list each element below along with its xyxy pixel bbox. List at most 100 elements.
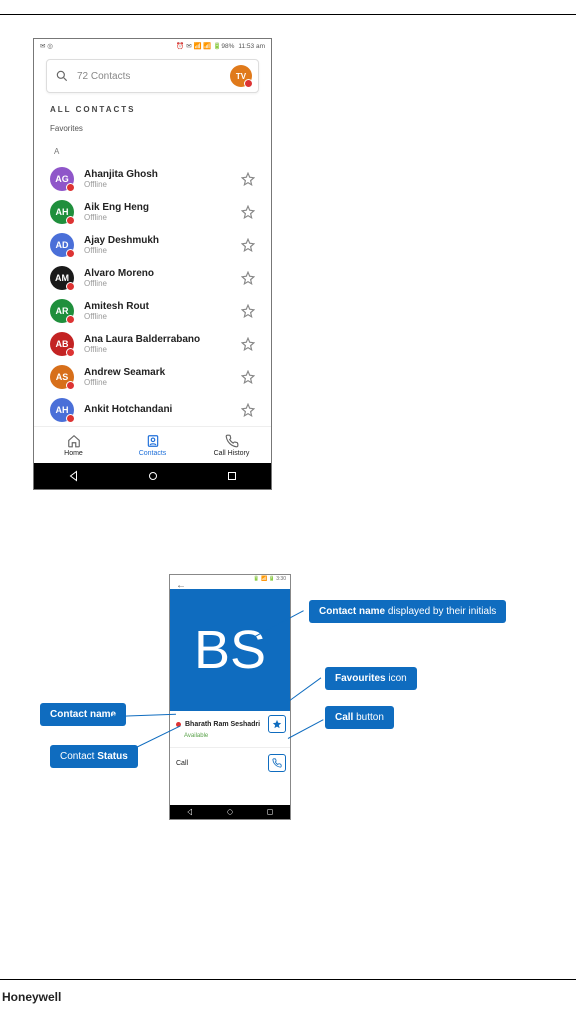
presence-dot: [66, 183, 75, 192]
contact-status: Offline: [84, 246, 231, 255]
contact-avatar: AG: [50, 167, 74, 191]
callout-call-rest: button: [353, 712, 384, 723]
call-row: Call: [170, 752, 290, 774]
tab-contacts-label: Contacts: [139, 450, 167, 457]
callout-initials-rest: displayed by their initials: [385, 606, 496, 617]
callout-contact-status-pre: Contact: [60, 751, 97, 762]
contact-avatar: AR: [50, 299, 74, 323]
android-back-icon[interactable]: [186, 808, 194, 816]
android-recent-icon[interactable]: [266, 808, 274, 816]
android-recent-icon[interactable]: [226, 470, 238, 482]
contact-text: Aik Eng HengOffline: [84, 202, 231, 222]
current-user-avatar[interactable]: TV: [230, 65, 252, 87]
alpha-index-letter: A: [54, 147, 271, 156]
favorite-star-icon[interactable]: [241, 403, 255, 417]
favorites-label[interactable]: Favorites: [50, 124, 271, 133]
contact-status: Offline: [84, 345, 231, 354]
callout-call-bold: Call: [335, 712, 353, 723]
contact-text: Alvaro MorenoOffline: [84, 268, 231, 288]
presence-dot: [66, 216, 75, 225]
contacts-icon: [146, 434, 160, 448]
contact-row[interactable]: AH Ankit Hotchandani: [34, 393, 271, 426]
callout-contact-status: Contact Status: [50, 745, 138, 768]
footer-brand: Honeywell: [2, 990, 61, 1004]
status-time: 11:53 am: [238, 43, 265, 50]
tab-contacts[interactable]: Contacts: [113, 427, 192, 463]
contact-name: Ajay Deshmukh: [84, 235, 231, 246]
contact-avatar: AS: [50, 365, 74, 389]
call-button[interactable]: [268, 754, 286, 772]
contact-avatar: AH: [50, 398, 74, 422]
page: ✉ ◎ ⏰ ✉ 📶 📶 🔋98% 11:53 am 72 Contacts TV…: [0, 0, 576, 1026]
contact-row[interactable]: ABAna Laura BalderrabanoOffline: [34, 327, 271, 360]
android-back-icon[interactable]: [68, 470, 80, 482]
contact-row[interactable]: AR Amitesh RoutOffline: [34, 294, 271, 327]
contact-avatar: AM: [50, 266, 74, 290]
tab-home[interactable]: Home: [34, 427, 113, 463]
android-status-bar: 🔋 📶 🔋 3:30: [170, 575, 290, 583]
contact-status: Offline: [84, 279, 231, 288]
favorite-star-icon[interactable]: [241, 370, 255, 384]
phone-icon: [272, 758, 282, 768]
callout-contact-status-bold: Status: [97, 751, 128, 762]
callout-initials: Contact name displayed by their initials: [309, 600, 506, 623]
section-title-all-contacts: ALL CONTACTS: [50, 105, 271, 114]
favorite-star-icon[interactable]: [241, 205, 255, 219]
callout-call: Call button: [325, 706, 394, 729]
spacer: [170, 774, 290, 805]
contact-row[interactable]: AM Alvaro MorenoOffline: [34, 261, 271, 294]
phone-screenshot-contact-detail-wrap: 🔋 📶 🔋 3:30 ← BS Bharath Ram Seshadri Ava…: [169, 574, 291, 820]
callout-fav-rest: icon: [386, 673, 407, 684]
callout-fav-bold: Favourites: [335, 673, 386, 684]
tab-call-history[interactable]: Call History: [192, 427, 271, 463]
favorite-star-icon[interactable]: [241, 271, 255, 285]
home-icon: [67, 434, 81, 448]
contact-avatar: AD: [50, 233, 74, 257]
presence-dot: [66, 381, 75, 390]
contact-name: Ana Laura Balderrabano: [84, 334, 231, 345]
presence-dot: [66, 414, 75, 423]
android-nav-bar: [170, 805, 290, 819]
callout-line: [287, 677, 322, 702]
favorite-star-icon[interactable]: [241, 304, 255, 318]
contact-text: Ana Laura BalderrabanoOffline: [84, 334, 231, 354]
divider: [170, 747, 290, 748]
contacts-list[interactable]: AGAhanjita GhoshOfflineAHAik Eng HengOff…: [34, 162, 271, 426]
phone-screenshot-contact-detail: 🔋 📶 🔋 3:30 ← BS Bharath Ram Seshadri Ava…: [169, 574, 291, 820]
contact-name: Amitesh Rout: [84, 301, 231, 312]
contact-name: Aik Eng Heng: [84, 202, 231, 213]
contact-name: Ahanjita Ghosh: [84, 169, 231, 180]
android-status-bar: ✉ ◎ ⏰ ✉ 📶 📶 🔋98% 11:53 am: [34, 39, 271, 53]
contact-status: Offline: [84, 312, 231, 321]
contact-text: Ahanjita GhoshOffline: [84, 169, 231, 189]
callout-line: [288, 719, 324, 739]
favorite-star-icon[interactable]: [241, 337, 255, 351]
rule-top: [0, 14, 576, 15]
rule-bottom: [0, 979, 576, 980]
call-history-icon: [225, 434, 239, 448]
contact-name-row: Bharath Ram Seshadri: [170, 711, 290, 733]
android-home-icon[interactable]: [147, 470, 159, 482]
contact-initials-hero: BS: [170, 589, 290, 711]
presence-dot: [66, 315, 75, 324]
contact-row[interactable]: AG Ahanjita GhoshOffline: [34, 162, 271, 195]
contact-row[interactable]: AS Andrew SeamarkOffline: [34, 360, 271, 393]
status-right-icons: ⏰ ✉ 📶 📶 🔋98%: [176, 42, 234, 50]
contact-name: Andrew Seamark: [84, 367, 231, 378]
android-home-icon[interactable]: [226, 808, 234, 816]
presence-dot: [66, 249, 75, 258]
search-bar[interactable]: 72 Contacts TV: [46, 59, 259, 93]
status-left-icons: ✉ ◎: [40, 42, 53, 50]
contact-name: Ankit Hotchandani: [84, 404, 231, 415]
contact-row[interactable]: AHAik Eng HengOffline: [34, 195, 271, 228]
favourite-button[interactable]: [268, 715, 286, 733]
favorite-star-icon[interactable]: [241, 238, 255, 252]
android-nav-bar: [34, 463, 271, 489]
favorite-star-icon[interactable]: [241, 172, 255, 186]
contact-text: Andrew SeamarkOffline: [84, 367, 231, 387]
callout-contact-name-text: Contact name: [50, 709, 116, 720]
contact-status: Offline: [84, 213, 231, 222]
contact-row[interactable]: AD Ajay DeshmukhOffline: [34, 228, 271, 261]
contact-text: Ajay DeshmukhOffline: [84, 235, 231, 255]
callout-initials-bold: Contact name: [319, 606, 385, 617]
